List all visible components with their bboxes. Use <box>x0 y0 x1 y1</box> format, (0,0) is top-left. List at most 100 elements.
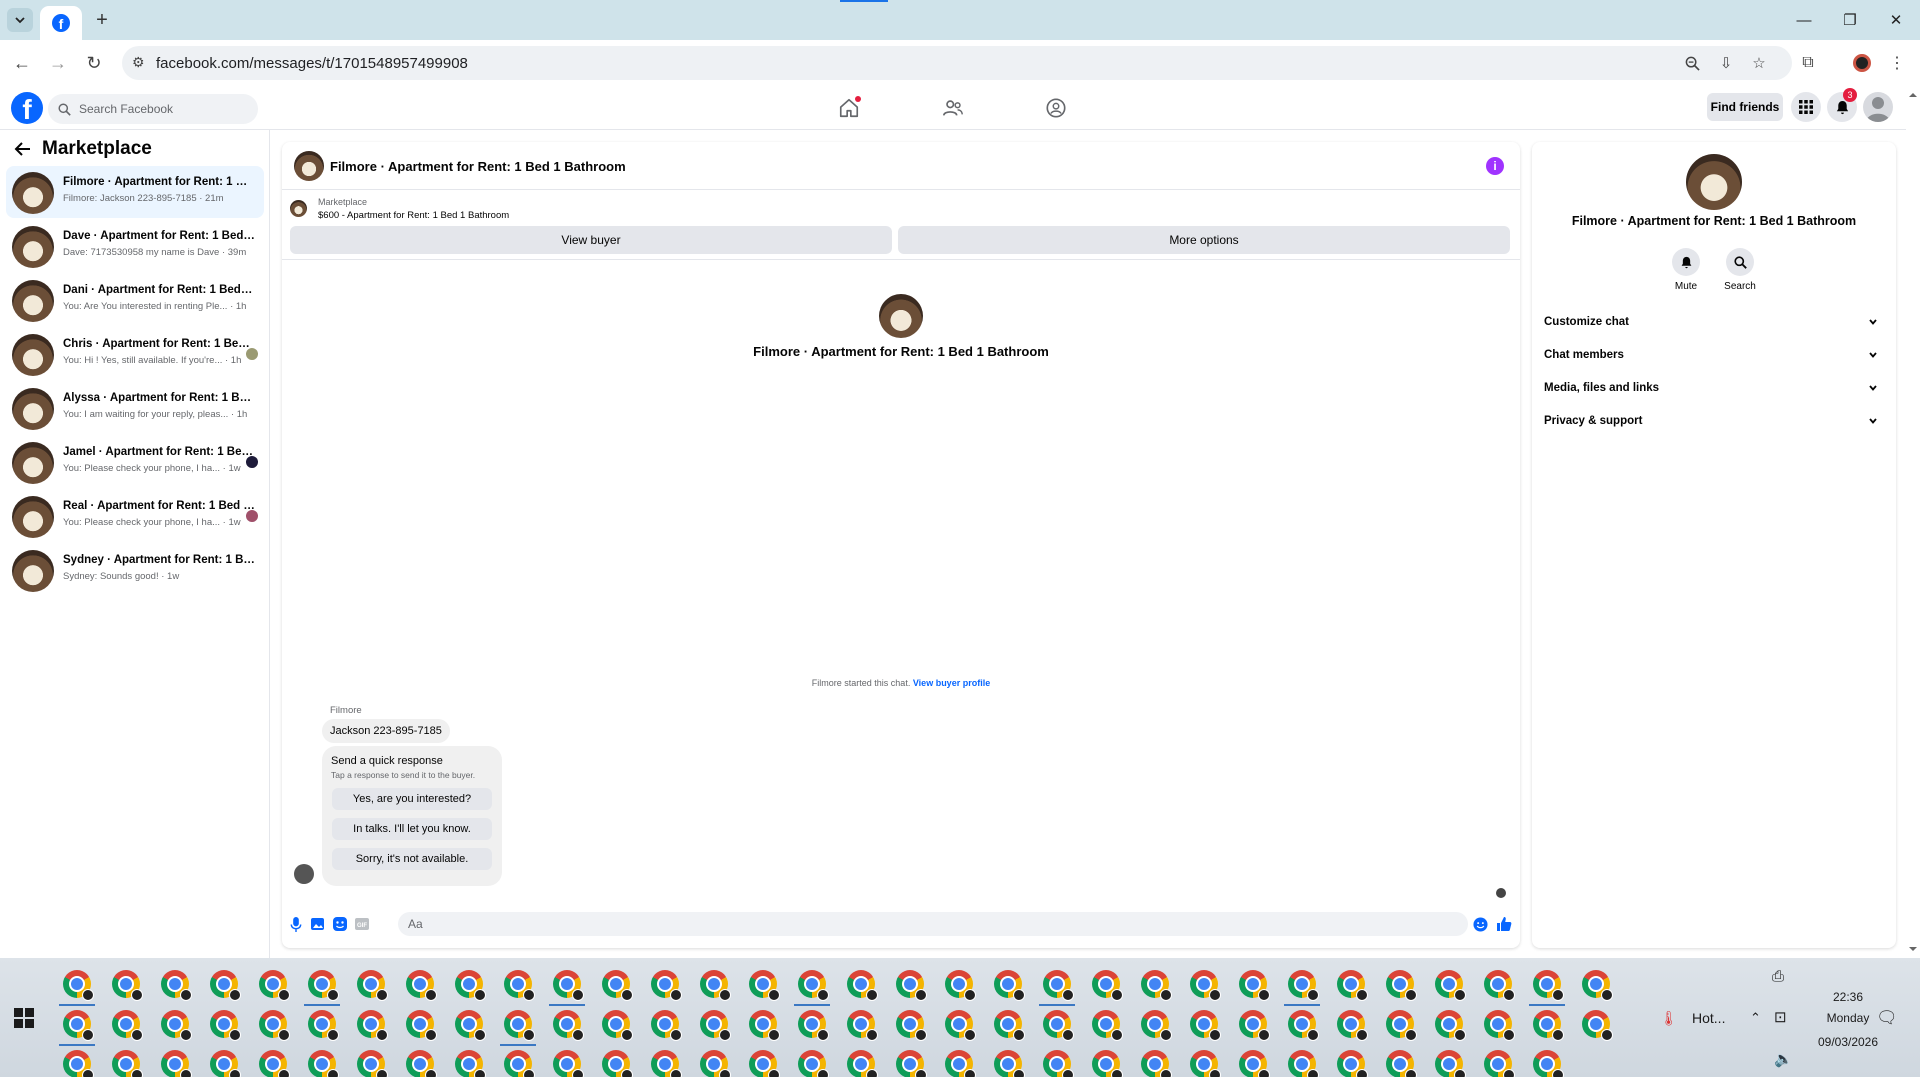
taskbar-chrome-icon[interactable] <box>994 970 1025 1001</box>
site-info-icon[interactable]: ⚙ <box>132 54 145 71</box>
scroll-up-icon[interactable] <box>1906 88 1920 102</box>
quick-response-button[interactable]: Yes, are you interested? <box>332 788 492 810</box>
taskbar-chrome-icon[interactable] <box>112 1010 143 1041</box>
taskbar-chrome-icon[interactable] <box>1190 1010 1221 1041</box>
taskbar-chrome-icon[interactable] <box>112 970 143 1001</box>
taskbar-chrome-icon[interactable] <box>406 1010 437 1041</box>
taskbar-chrome-icon[interactable] <box>1141 970 1172 1001</box>
taskbar-chrome-icon[interactable] <box>455 1050 486 1077</box>
taskbar-chrome-icon[interactable] <box>847 1050 878 1077</box>
account-avatar[interactable] <box>1863 92 1893 122</box>
reload-button[interactable]: ↻ <box>81 50 107 76</box>
taskbar-chrome-icon[interactable] <box>553 1050 584 1077</box>
menu-grid-button[interactable] <box>1791 92 1821 122</box>
taskbar-chrome-icon[interactable] <box>1533 1050 1564 1077</box>
clock-time[interactable]: 22:36 <box>1815 990 1881 1004</box>
taskbar-chrome-icon[interactable] <box>357 1010 388 1041</box>
taskbar-chrome-icon[interactable] <box>1190 1050 1221 1077</box>
minimize-button[interactable]: — <box>1784 6 1824 34</box>
taskbar-chrome-icon[interactable] <box>798 970 829 1001</box>
sender-avatar[interactable] <box>294 864 314 884</box>
chat-title[interactable]: Filmore · Apartment for Rent: 1 Bed 1 Ba… <box>330 159 626 174</box>
taskbar-chrome-icon[interactable] <box>749 1010 780 1041</box>
weather-icon[interactable]: 🌡 <box>1660 1010 1678 1027</box>
taskbar-chrome-icon[interactable] <box>308 970 339 1001</box>
message-input[interactable] <box>398 912 1468 936</box>
taskbar-chrome-icon[interactable] <box>1092 970 1123 1001</box>
listing-thumbnail[interactable] <box>290 200 307 217</box>
taskbar-chrome-icon[interactable] <box>1435 1010 1466 1041</box>
taskbar-chrome-icon[interactable] <box>1337 970 1368 1001</box>
taskbar-chrome-icon[interactable] <box>455 1010 486 1041</box>
taskbar-chrome-icon[interactable] <box>210 970 241 1001</box>
info-section-row[interactable]: Customize chat <box>1544 308 1884 336</box>
taskbar-chrome-icon[interactable] <box>406 1050 437 1077</box>
taskbar-chrome-icon[interactable] <box>259 1050 290 1077</box>
tab-search-button[interactable] <box>7 8 33 32</box>
taskbar-chrome-icon[interactable] <box>406 970 437 1001</box>
back-button[interactable]: ← <box>9 50 35 76</box>
find-friends-button[interactable]: Find friends <box>1707 93 1783 121</box>
quick-response-button[interactable]: Sorry, it's not available. <box>332 848 492 870</box>
view-buyer-button[interactable]: View buyer <box>290 226 892 254</box>
taskbar-chrome-icon[interactable] <box>602 1010 633 1041</box>
view-buyer-profile-link[interactable]: View buyer profile <box>913 678 990 688</box>
taskbar-chrome-icon[interactable] <box>1043 1010 1074 1041</box>
taskbar-chrome-icon[interactable] <box>63 1050 94 1077</box>
taskbar-chrome-icon[interactable] <box>1239 970 1270 1001</box>
close-window-button[interactable]: ✕ <box>1876 6 1916 34</box>
taskbar-chrome-icon[interactable] <box>553 970 584 1001</box>
taskbar-chrome-icon[interactable] <box>1533 970 1564 1001</box>
profile-icon[interactable] <box>1851 52 1873 74</box>
taskbar-chrome-icon[interactable] <box>651 970 682 1001</box>
gif-icon[interactable]: GIF <box>354 916 370 932</box>
taskbar-chrome-icon[interactable] <box>210 1050 241 1077</box>
taskbar-chrome-icon[interactable] <box>1484 1010 1515 1041</box>
chat-thumbnail[interactable] <box>294 151 324 181</box>
address-url[interactable]: facebook.com/messages/t/1701548957499908 <box>156 55 468 72</box>
facebook-search[interactable] <box>48 94 258 124</box>
taskbar-chrome-icon[interactable] <box>259 970 290 1001</box>
photo-icon[interactable] <box>310 916 326 932</box>
taskbar-chrome-icon[interactable] <box>1582 970 1613 1001</box>
taskbar-chrome-icon[interactable] <box>651 1050 682 1077</box>
new-tab-button[interactable]: + <box>90 8 114 32</box>
taskbar-chrome-icon[interactable] <box>945 1050 976 1077</box>
taskbar-chrome-icon[interactable] <box>1043 1050 1074 1077</box>
taskbar-chrome-icon[interactable] <box>651 1010 682 1041</box>
page-scrollbar[interactable] <box>1906 86 1920 958</box>
taskbar-chrome-icon[interactable] <box>161 1010 192 1041</box>
taskbar-chrome-icon[interactable] <box>1141 1010 1172 1041</box>
taskbar-chrome-icon[interactable] <box>1386 1050 1417 1077</box>
conversation-item[interactable]: Chris · Apartment for Rent: 1 Bed 1 Bath… <box>6 328 264 380</box>
install-app-icon[interactable]: ⇩ <box>1716 53 1736 73</box>
tray-overflow-icon[interactable]: ⌃ <box>1750 1010 1761 1026</box>
taskbar-chrome-icon[interactable] <box>896 970 927 1001</box>
taskbar-chrome-icon[interactable] <box>357 1050 388 1077</box>
taskbar-chrome-icon[interactable] <box>308 1050 339 1077</box>
taskbar-chrome-icon[interactable] <box>602 1050 633 1077</box>
extensions-icon[interactable]: ⧉ <box>1797 52 1819 74</box>
taskbar-chrome-icon[interactable] <box>210 1010 241 1041</box>
restore-button[interactable]: ❐ <box>1830 6 1870 34</box>
back-arrow-icon[interactable] <box>14 140 32 158</box>
taskbar-chrome-icon[interactable] <box>1288 970 1319 1001</box>
search-in-chat-button[interactable] <box>1726 248 1754 276</box>
taskbar-chrome-icon[interactable] <box>455 970 486 1001</box>
conversation-item[interactable]: Alyssa · Apartment for Rent: 1 Bed 1 Bat… <box>6 382 264 434</box>
message-bubble[interactable]: Jackson 223-895-7185 <box>322 719 450 743</box>
taskbar-chrome-icon[interactable] <box>1239 1050 1270 1077</box>
address-bar[interactable]: ⚙ facebook.com/messages/t/17015489574999… <box>122 46 1792 80</box>
taskbar-chrome-icon[interactable] <box>994 1050 1025 1077</box>
taskbar-chrome-icon[interactable] <box>1092 1010 1123 1041</box>
taskbar-chrome-icon[interactable] <box>1386 970 1417 1001</box>
start-button[interactable] <box>14 1008 34 1028</box>
info-section-row[interactable]: Privacy & support <box>1544 407 1884 435</box>
taskbar-chrome-icon[interactable] <box>1092 1050 1123 1077</box>
conversation-item[interactable]: Dani · Apartment for Rent: 1 Bed 1 Bathr… <box>6 274 264 326</box>
taskbar-chrome-icon[interactable] <box>63 1010 94 1041</box>
notifications-button[interactable]: 3 <box>1827 88 1857 122</box>
taskbar-chrome-icon[interactable] <box>896 1010 927 1041</box>
taskbar-chrome-icon[interactable] <box>504 1010 535 1041</box>
forward-button[interactable]: → <box>45 50 71 76</box>
